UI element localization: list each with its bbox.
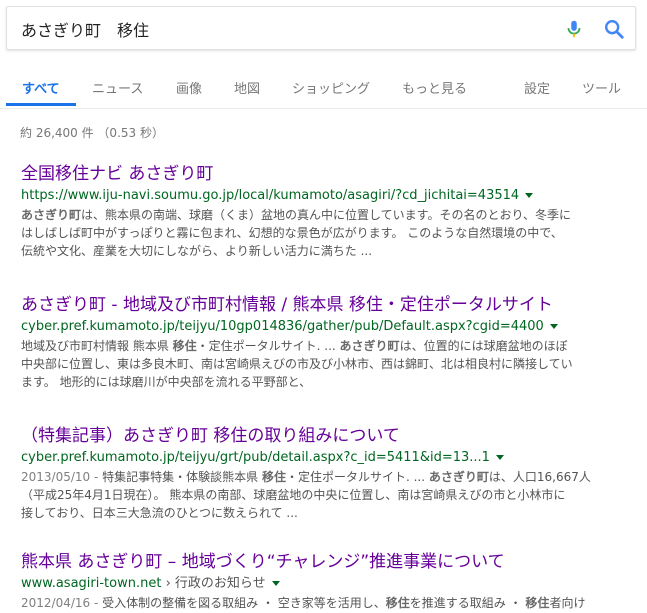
result-snippet: 地域及び市町村情報 熊本県 移住・定住ポータルサイト. ... あさぎり町は、位… bbox=[21, 337, 626, 391]
result-date: 2012/04/16 - bbox=[21, 596, 103, 610]
snippet-text: ます。 地形的には球磨川が中央部を流れる平野部と、 bbox=[21, 375, 312, 389]
snippet-text: 中央部に位置し、東は多良木町、南は宮崎県えびの市及び小林市、西は錦町、北は相良村… bbox=[21, 357, 573, 371]
tab-images[interactable]: 画像 bbox=[176, 78, 202, 97]
result-snippet: あさぎり町は、熊本県の南端、球磨（くま）盆地の真ん中に位置しています。その名のと… bbox=[21, 206, 626, 260]
tab-news[interactable]: ニュース bbox=[92, 78, 143, 97]
result-url-row: cyber.pref.kumamoto.jp/teijyu/10gp014836… bbox=[21, 318, 641, 336]
snippet-keyword: 移住 bbox=[385, 596, 410, 610]
search-result: あさぎり町 - 地域及び市町村情報 / 熊本県 移住・定住ポータルサイト cyb… bbox=[21, 294, 641, 391]
snippet-text: 接しており、日本三大急流のひとつに数えられて ... bbox=[21, 506, 298, 520]
result-url-row: https://www.iju-navi.soumu.go.jp/local/k… bbox=[21, 187, 641, 205]
snippet-text: 受入体制の整備を図る取組み ・ 空き家等を活用し、 bbox=[102, 596, 386, 610]
snippet-text: は、熊本県の南端、球磨（くま）盆地の真ん中に位置しています。その名のとおり、冬季… bbox=[81, 208, 571, 222]
snippet-keyword: あさぎり町 bbox=[339, 339, 400, 353]
dropdown-arrow-icon[interactable] bbox=[271, 581, 280, 586]
snippet-keyword: あさぎり町 bbox=[21, 208, 82, 222]
result-url: https://www.iju-navi.soumu.go.jp/local/k… bbox=[21, 188, 520, 203]
search-result: （特集記事）あさぎり町 移住の取り組みについて cyber.pref.kumam… bbox=[21, 425, 641, 522]
result-title-link[interactable]: 熊本県 あさぎり町 – 地域づくり“チャレンジ”推進事業について bbox=[21, 551, 641, 573]
tab-maps[interactable]: 地図 bbox=[234, 78, 260, 97]
snippet-text: は、位置的には球磨盆地のほぼ bbox=[399, 339, 568, 353]
tab-settings[interactable]: 設定 bbox=[524, 78, 550, 97]
tab-tools[interactable]: ツール bbox=[582, 78, 621, 97]
snippet-text: （平成25年4月1日現在）。 熊本県の南部、球磨盆地の中央に位置し、南は宮崎県え… bbox=[21, 488, 566, 502]
result-date: 2013/05/10 - bbox=[21, 470, 103, 484]
snippet-keyword: あさぎり町 bbox=[428, 470, 489, 484]
microphone-icon[interactable] bbox=[563, 18, 585, 40]
result-url: www.asagiri-town.net bbox=[21, 576, 162, 591]
search-result: 全国移住ナビ あさぎり町 https://www.iju-navi.soumu.… bbox=[21, 163, 641, 260]
tab-shopping[interactable]: ショッピング bbox=[292, 78, 370, 97]
snippet-text: は、人口16,667人 bbox=[488, 470, 591, 484]
dropdown-arrow-icon[interactable] bbox=[549, 324, 558, 329]
snippet-keyword: 移住 bbox=[525, 596, 550, 610]
search-tabs: すべて ニュース 画像 地図 ショッピング もっと見る 設定 ツール bbox=[0, 52, 647, 109]
tab-more[interactable]: もっと見る bbox=[402, 78, 467, 97]
dropdown-arrow-icon[interactable] bbox=[525, 193, 534, 198]
snippet-text: ・定住ポータルサイト. ... bbox=[196, 339, 340, 353]
result-snippet: 2012/04/16 - 受入体制の整備を図る取組み ・ 空き家等を活用し、移住… bbox=[21, 594, 626, 612]
result-breadcrumb: › 行政のお知らせ bbox=[161, 576, 266, 591]
snippet-text: 特集記事特集・体験談熊本県 bbox=[102, 470, 262, 484]
result-url-row: www.asagiri-town.net › 行政のお知らせ bbox=[21, 575, 641, 593]
snippet-text: 地域及び市町村情報 熊本県 bbox=[21, 339, 173, 353]
search-input[interactable] bbox=[21, 18, 541, 40]
tab-all[interactable]: すべて bbox=[22, 78, 60, 97]
snippet-text: ・定住ポータルサイト. ... bbox=[285, 470, 429, 484]
snippet-text: を推進する取組み ・ bbox=[409, 596, 526, 610]
result-stats: 約 26,400 件 （0.53 秒） bbox=[20, 126, 164, 140]
result-title-link[interactable]: あさぎり町 - 地域及び市町村情報 / 熊本県 移住・定住ポータルサイト bbox=[21, 294, 641, 316]
result-title-link[interactable]: （特集記事）あさぎり町 移住の取り組みについて bbox=[21, 425, 641, 447]
result-url-row: cyber.pref.kumamoto.jp/teijyu/grt/pub/de… bbox=[21, 449, 641, 467]
snippet-text: はしばしば町中がすっぽりと霧に包まれ、幻想的な景色が広がります。 このような自然… bbox=[21, 226, 563, 240]
result-url: cyber.pref.kumamoto.jp/teijyu/10gp014836… bbox=[21, 319, 544, 334]
search-icon[interactable] bbox=[603, 18, 625, 40]
active-tab-indicator bbox=[6, 103, 76, 106]
snippet-text: 伝統や文化、産業を大切にしながら、より新しい活力に満ちた ... bbox=[21, 244, 373, 258]
search-result: 熊本県 あさぎり町 – 地域づくり“チャレンジ”推進事業について www.asa… bbox=[21, 551, 641, 612]
snippet-keyword: 移住 bbox=[172, 339, 197, 353]
result-url: cyber.pref.kumamoto.jp/teijyu/grt/pub/de… bbox=[21, 450, 490, 465]
snippet-keyword: 移住 bbox=[261, 470, 286, 484]
result-snippet: 2013/05/10 - 特集記事特集・体験談熊本県 移住・定住ポータルサイト.… bbox=[21, 468, 626, 522]
snippet-text: 者向け bbox=[549, 596, 586, 610]
result-title-link[interactable]: 全国移住ナビ あさぎり町 bbox=[21, 163, 641, 185]
search-box[interactable] bbox=[6, 6, 636, 50]
dropdown-arrow-icon[interactable] bbox=[495, 455, 504, 460]
